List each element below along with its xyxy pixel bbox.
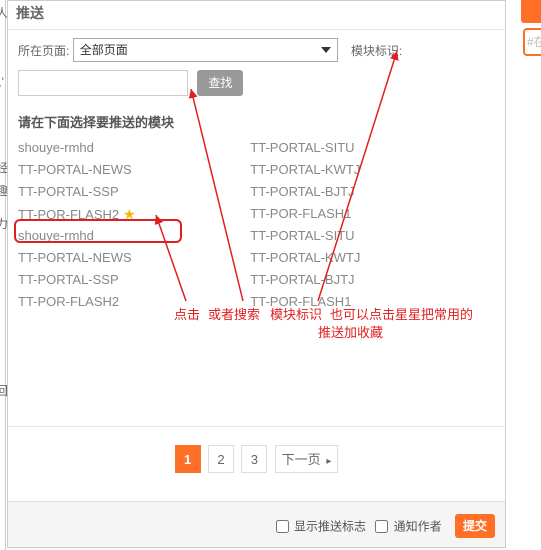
show-push-flag-checkbox[interactable]	[276, 520, 289, 533]
sliver-char: 人	[0, 4, 5, 21]
right-tag-input[interactable]: #在	[523, 28, 541, 56]
dialog-title: 推送	[8, 1, 505, 30]
module-item[interactable]: TT-PORTAL-SSP	[18, 181, 247, 203]
module-item[interactable]: TT-PORTAL-SITU	[250, 137, 479, 159]
select-instruction: 请在下面选择要推送的模块	[8, 96, 505, 135]
module-columns: shouye-rmhd TT-PORTAL-NEWS TT-PORTAL-SSP…	[8, 135, 505, 315]
page-next-label: 下一页	[282, 452, 321, 467]
module-item[interactable]: TT-PORTAL-SSP	[18, 269, 247, 291]
module-item[interactable]: TT-PORTAL-KWTJ	[250, 159, 479, 181]
module-item[interactable]: TT-PORTAL-SITU	[250, 225, 479, 247]
page-1[interactable]: 1	[175, 445, 201, 473]
module-item-highlighted[interactable]: TT-POR-FLASH2 ★	[18, 203, 247, 225]
module-item[interactable]: TT-PORTAL-NEWS	[18, 159, 247, 181]
page-select-value: 全部页面	[80, 43, 128, 57]
module-item[interactable]: TT-PORTAL-NEWS	[18, 247, 247, 269]
page-2[interactable]: 2	[208, 445, 234, 473]
page-next[interactable]: 下一页 ▸	[275, 445, 339, 473]
sliver-char: ','	[0, 75, 5, 89]
module-item[interactable]: TT-POR-FLASH2	[18, 291, 247, 313]
push-dialog: 推送 所在页面: 全部页面 模块标识: 查找 请在下面选择要推送的模块 shou…	[7, 0, 506, 548]
search-button[interactable]: 查找	[197, 70, 243, 96]
sliver-char: 回	[0, 382, 5, 399]
chevron-right-icon: ▸	[326, 456, 331, 467]
sliver-char: 趣	[0, 182, 5, 199]
module-item[interactable]: shouye-rmhd	[18, 137, 247, 159]
annotation-text-2: 推送加收藏	[318, 324, 383, 342]
star-icon[interactable]: ★	[123, 206, 136, 222]
dialog-footer: 显示推送标志 通知作者 提交	[8, 501, 505, 547]
notify-author-label: 通知作者	[394, 520, 442, 534]
left-sliver: 人 ',' 经 趣 力 回	[0, 0, 6, 550]
module-item-label: TT-POR-FLASH2	[18, 207, 119, 222]
sliver-char: 力	[0, 215, 5, 232]
module-item[interactable]: shouye-rmhd	[18, 225, 247, 247]
chevron-down-icon	[321, 47, 331, 53]
pagination: 1 2 3 下一页 ▸	[8, 426, 505, 473]
page-3[interactable]: 3	[241, 445, 267, 473]
module-col-right: TT-PORTAL-SITU TT-PORTAL-KWTJ TT-PORTAL-…	[250, 137, 479, 313]
right-orange-block	[521, 0, 541, 23]
module-item[interactable]: TT-PORTAL-KWTJ	[250, 247, 479, 269]
search-row: 查找	[8, 62, 505, 96]
show-push-flag-label: 显示推送标志	[294, 520, 366, 534]
page-select[interactable]: 全部页面	[73, 38, 338, 62]
page-row: 所在页面: 全部页面 模块标识:	[8, 30, 505, 62]
module-search-input[interactable]	[18, 70, 188, 96]
page-label: 所在页面:	[18, 42, 69, 59]
module-item[interactable]: TT-PORTAL-BJTJ	[250, 269, 479, 291]
module-item[interactable]: TT-POR-FLASH1	[250, 291, 479, 313]
module-item[interactable]: TT-PORTAL-BJTJ	[250, 181, 479, 203]
notify-author-checkbox[interactable]	[375, 520, 388, 533]
module-item[interactable]: TT-POR-FLASH1	[250, 203, 479, 225]
module-col-left: shouye-rmhd TT-PORTAL-NEWS TT-PORTAL-SSP…	[18, 137, 247, 313]
sliver-char: 经	[0, 159, 5, 176]
submit-button[interactable]: 提交	[455, 514, 495, 538]
module-id-label: 模块标识:	[351, 42, 402, 59]
